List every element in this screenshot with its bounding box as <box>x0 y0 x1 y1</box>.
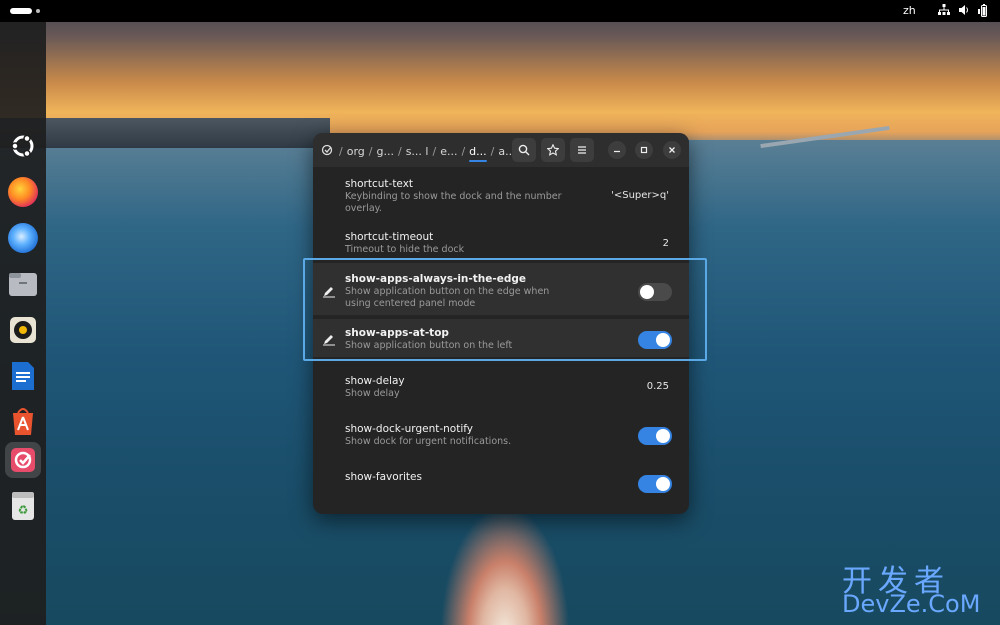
dock-item-rhythmbox[interactable] <box>5 312 41 348</box>
dconf-editor-icon <box>11 448 35 472</box>
key-row-shortcut-text[interactable]: shortcut-text Keybinding to show the doc… <box>313 167 689 217</box>
breadcrumb-item-current[interactable]: d... <box>467 145 488 162</box>
breadcrumb-item[interactable]: e... <box>438 145 459 158</box>
volume-icon[interactable] <box>958 4 970 20</box>
key-name: show-delay <box>345 375 405 387</box>
maximize-icon <box>640 146 648 154</box>
breadcrumb-separator: / <box>368 144 373 158</box>
key-description: Timeout to hide the dock <box>345 244 465 255</box>
input-language-indicator[interactable]: zh <box>903 4 916 17</box>
key-row-show-favorites[interactable]: show-favorites <box>313 465 689 503</box>
toggle-switch[interactable] <box>638 475 672 493</box>
top-bar: zh <box>0 0 1000 22</box>
breadcrumb-separator: / <box>461 144 466 158</box>
menu-button[interactable] <box>570 138 594 162</box>
minimize-button[interactable] <box>608 141 626 159</box>
breadcrumb-item[interactable]: org <box>345 145 367 158</box>
dock-item-dconf-editor[interactable] <box>5 442 41 478</box>
network-icon[interactable] <box>938 4 950 20</box>
key-name: shortcut-text <box>345 178 414 190</box>
close-icon <box>669 147 675 153</box>
writer-icon <box>12 362 34 390</box>
dock: ♻ <box>0 22 46 625</box>
thunderbird-icon <box>8 223 38 253</box>
annotation-highlight-box <box>303 258 707 361</box>
hamburger-menu-icon <box>578 146 586 154</box>
workspace-indicator[interactable] <box>36 9 40 13</box>
close-button[interactable] <box>663 141 681 159</box>
header-bar: / org / g... / s... l / e... / d... / a.… <box>313 133 689 167</box>
rhythmbox-icon <box>10 317 36 343</box>
dock-item-firefox[interactable] <box>5 174 41 210</box>
dock-item-show-apps[interactable] <box>5 128 41 164</box>
battery-icon[interactable] <box>978 4 990 21</box>
breadcrumb: / org / g... / s... l / e... / d... / a.… <box>321 142 518 162</box>
maximize-button[interactable] <box>635 141 653 159</box>
files-icon <box>9 273 37 296</box>
key-value: '<Super>q' <box>611 190 669 201</box>
key-row-show-delay[interactable]: show-delay Show delay 0.25 <box>313 369 689 405</box>
dock-item-trash[interactable]: ♻ <box>5 488 41 524</box>
svg-text:♻: ♻ <box>18 503 29 517</box>
wallpaper-harbor <box>0 118 330 148</box>
breadcrumb-item[interactable]: s... l <box>404 145 431 158</box>
wallpaper-ship-wake <box>440 505 570 625</box>
dock-item-writer[interactable] <box>5 358 41 394</box>
key-description: Show dock for urgent notifications. <box>345 436 512 447</box>
key-name: show-favorites <box>345 471 422 483</box>
toggle-knob <box>656 477 670 491</box>
dock-item-thunderbird[interactable] <box>5 220 41 256</box>
search-icon <box>518 144 530 156</box>
toggle-knob <box>656 429 670 443</box>
key-name: show-dock-urgent-notify <box>345 423 473 435</box>
star-icon <box>547 144 559 156</box>
app-center-icon <box>13 408 33 435</box>
breadcrumb-separator: / <box>490 144 495 158</box>
dock-item-app-center[interactable] <box>5 404 41 440</box>
key-row-shortcut-timeout[interactable]: shortcut-timeout Timeout to hide the doc… <box>313 225 689 259</box>
watermark-en: DevZe.CoM <box>842 590 981 618</box>
dock-item-files[interactable] <box>5 266 41 302</box>
breadcrumb-separator: / <box>432 144 437 158</box>
key-name: shortcut-timeout <box>345 231 434 243</box>
breadcrumb-separator: / <box>339 144 343 158</box>
bookmarks-button[interactable] <box>541 138 565 162</box>
key-description: Keybinding to show the dock and the numb… <box>345 191 562 214</box>
trash-icon: ♻ <box>12 492 34 520</box>
ubuntu-logo-icon <box>11 134 34 158</box>
key-value: 2 <box>662 238 669 249</box>
breadcrumb-separator: / <box>397 144 402 158</box>
search-button[interactable] <box>512 138 536 162</box>
dconf-editor-app-icon[interactable] <box>321 144 333 159</box>
breadcrumb-item[interactable]: g... <box>374 145 395 158</box>
firefox-icon <box>8 177 38 207</box>
workspace-indicator-active[interactable] <box>10 8 32 14</box>
key-value: 0.25 <box>646 381 669 392</box>
key-row-show-dock-urgent-notify[interactable]: show-dock-urgent-notify Show dock for ur… <box>313 417 689 453</box>
key-description: Show delay <box>345 388 400 399</box>
toggle-switch[interactable] <box>638 427 672 445</box>
minimize-icon <box>614 150 620 153</box>
